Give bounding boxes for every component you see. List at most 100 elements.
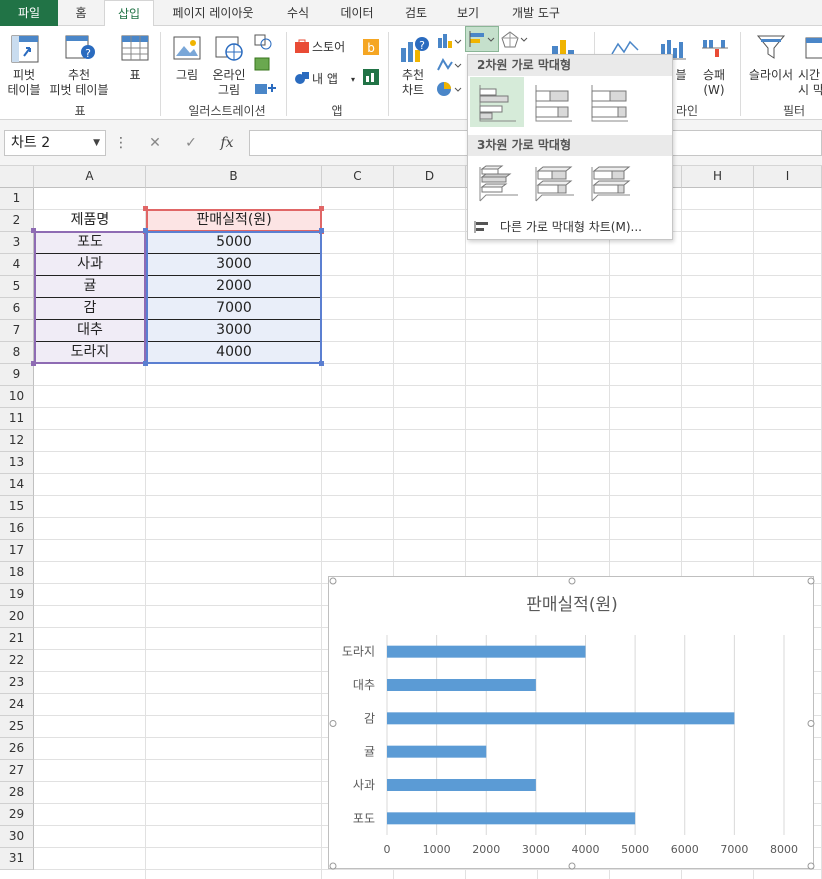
3d-clustered-bar-option[interactable]	[470, 157, 524, 207]
range-handle[interactable]	[319, 361, 324, 366]
cell-product[interactable]: 귤	[34, 276, 146, 298]
clustered-bar-option[interactable]	[470, 77, 524, 127]
ribbon-tab-7[interactable]: 보기	[442, 0, 494, 26]
row-header-24[interactable]: 24	[0, 694, 34, 716]
row-header-11[interactable]: 11	[0, 408, 34, 430]
row-header-14[interactable]: 14	[0, 474, 34, 496]
3d-stacked-bar-option[interactable]	[526, 157, 580, 207]
slicer-button[interactable]: 슬라이서	[746, 68, 796, 83]
cell-sales[interactable]: 4000	[146, 342, 322, 364]
row-header-27[interactable]: 27	[0, 760, 34, 782]
embedded-chart[interactable]: 판매실적(원) 0 1000 2000 3000 4000 5000 6000 7000 8000…	[328, 576, 815, 870]
online-picture-button[interactable]: 온라인 그림	[206, 68, 252, 98]
3d-100-stacked-bar-option[interactable]	[582, 157, 636, 207]
row-header-21[interactable]: 21	[0, 628, 34, 650]
column-chart-icon[interactable]	[436, 32, 462, 50]
row-header-30[interactable]: 30	[0, 826, 34, 848]
ribbon-tab-8[interactable]: 개발 도구	[494, 0, 578, 26]
row-header-15[interactable]: 15	[0, 496, 34, 518]
header-sales[interactable]: 판매실적(원)	[146, 210, 322, 232]
win-loss-icon[interactable]	[700, 36, 730, 62]
row-header-26[interactable]: 26	[0, 738, 34, 760]
cancel-icon[interactable]: ✕	[142, 132, 168, 154]
bar-chart-icon[interactable]	[468, 30, 498, 50]
column-header-B[interactable]: B	[146, 166, 322, 188]
range-handle[interactable]	[143, 206, 148, 211]
range-handle[interactable]	[31, 361, 36, 366]
timeline-button[interactable]: 시간 시 막	[798, 68, 822, 98]
ribbon-tab-1[interactable]: 홈	[58, 0, 104, 26]
row-header-29[interactable]: 29	[0, 804, 34, 826]
cell-product[interactable]: 사과	[34, 254, 146, 276]
store-icon[interactable]	[294, 38, 310, 54]
insert-function-icon[interactable]: fx	[214, 132, 240, 154]
range-handle[interactable]	[143, 361, 148, 366]
picture-button[interactable]: 그림	[170, 68, 204, 83]
row-header-19[interactable]: 19	[0, 584, 34, 606]
row-header-25[interactable]: 25	[0, 716, 34, 738]
online-picture-icon[interactable]	[214, 34, 244, 62]
ribbon-tab-3[interactable]: 페이지 레이아웃	[154, 0, 272, 26]
more-bar-charts-link[interactable]: 다른 가로 막대형 차트(M)...	[468, 215, 672, 239]
table-button[interactable]: 표	[120, 68, 150, 83]
pivot-table-button[interactable]: 피벗 테이블	[4, 68, 44, 98]
row-header-1[interactable]: 1	[0, 188, 34, 210]
ribbon-tab-6[interactable]: 검토	[390, 0, 442, 26]
enter-icon[interactable]: ✓	[178, 132, 204, 154]
bing-icon[interactable]: b	[362, 38, 380, 56]
row-header-18[interactable]: 18	[0, 562, 34, 584]
win-loss-button[interactable]: 승패 (W)	[696, 68, 732, 98]
store-button[interactable]: 스토어	[312, 40, 352, 55]
shapes-icon[interactable]	[252, 32, 278, 108]
row-header-22[interactable]: 22	[0, 650, 34, 672]
recommended-pivot-button[interactable]: 추천 피벗 테이블	[46, 68, 112, 98]
recommended-charts-icon[interactable]: ?	[398, 36, 430, 64]
row-header-3[interactable]: 3	[0, 232, 34, 254]
range-handle[interactable]	[319, 228, 324, 233]
column-header-A[interactable]: A	[34, 166, 146, 188]
cell-sales[interactable]: 3000	[146, 320, 322, 342]
column-header-I[interactable]: I	[754, 166, 822, 188]
cell-product[interactable]: 대추	[34, 320, 146, 342]
slicer-icon[interactable]	[756, 34, 786, 62]
row-header-2[interactable]: 2	[0, 210, 34, 232]
header-product[interactable]: 제품명	[34, 210, 146, 232]
cell-product[interactable]: 감	[34, 298, 146, 320]
range-handle[interactable]	[31, 228, 36, 233]
radar-chart-icon[interactable]	[500, 30, 530, 50]
ribbon-tab-5[interactable]: 데이터	[324, 0, 390, 26]
100-stacked-bar-option[interactable]	[582, 77, 636, 127]
recommended-pivot-icon[interactable]: ?	[64, 34, 96, 64]
row-header-5[interactable]: 5	[0, 276, 34, 298]
line-chart-icon[interactable]	[436, 56, 462, 74]
cell-sales[interactable]: 3000	[146, 254, 322, 276]
cell-sales[interactable]: 7000	[146, 298, 322, 320]
row-header-16[interactable]: 16	[0, 518, 34, 540]
row-header-8[interactable]: 8	[0, 342, 34, 364]
column-header-C[interactable]: C	[322, 166, 394, 188]
row-header-7[interactable]: 7	[0, 320, 34, 342]
ribbon-tab-2[interactable]: 삽입	[104, 0, 154, 27]
row-header-9[interactable]: 9	[0, 364, 34, 386]
row-header-17[interactable]: 17	[0, 540, 34, 562]
stacked-bar-option[interactable]	[526, 77, 580, 127]
cell-product[interactable]: 도라지	[34, 342, 146, 364]
timeline-icon[interactable]	[804, 34, 822, 62]
select-all-corner[interactable]	[0, 166, 34, 188]
cell-product[interactable]: 포도	[34, 232, 146, 254]
people-graph-icon[interactable]	[362, 68, 380, 86]
row-header-23[interactable]: 23	[0, 672, 34, 694]
cell-sales[interactable]: 5000	[146, 232, 322, 254]
row-header-20[interactable]: 20	[0, 606, 34, 628]
ribbon-tab-0[interactable]: 파일	[0, 0, 58, 26]
recommended-charts-button[interactable]: 추천 차트	[394, 68, 432, 98]
row-header-10[interactable]: 10	[0, 386, 34, 408]
row-header-13[interactable]: 13	[0, 452, 34, 474]
chevron-down-icon[interactable]: ▼	[93, 131, 100, 155]
my-apps-icon[interactable]	[294, 70, 310, 86]
row-header-28[interactable]: 28	[0, 782, 34, 804]
pie-chart-icon[interactable]	[436, 80, 462, 98]
column-header-H[interactable]: H	[682, 166, 754, 188]
cell-sales[interactable]: 2000	[146, 276, 322, 298]
column-header-D[interactable]: D	[394, 166, 466, 188]
